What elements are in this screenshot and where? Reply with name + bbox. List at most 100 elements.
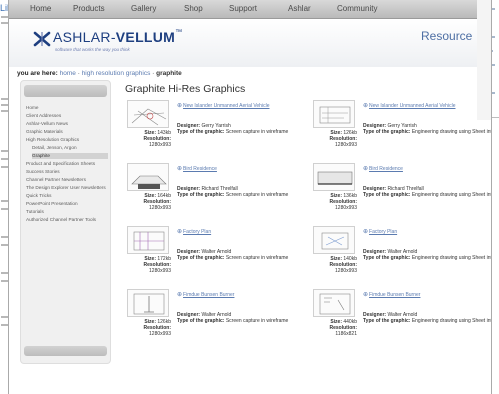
graphic-download-link[interactable]: ⊕New Islander Unmanned Aerial Vehicle (177, 102, 269, 109)
sidebar-item[interactable]: The Design Explorer User Newsletters (26, 185, 108, 191)
nav-gallery[interactable]: Gallery (131, 4, 156, 13)
browser-window: Home Products Gallery Shop Support Ashla… (8, 0, 492, 394)
graphic-download-link[interactable]: ⊕Factory Plan (177, 228, 211, 235)
graphic-meta: Size: 126kb Resolution: 1280x993 (107, 319, 172, 337)
graphic-title: Fimdue Bunsen Burner (183, 292, 235, 298)
top-navigation: Home Products Gallery Shop Support Ashla… (9, 0, 491, 19)
type-label: Type of the graphic: (363, 192, 411, 198)
graphic-meta: Size: 172kb Resolution: 1280x993 (107, 256, 172, 274)
graphic-thumbnail[interactable] (127, 226, 169, 254)
graphic-title: Factory Plan (369, 229, 398, 235)
graphic-download-link[interactable]: ⊕Factory Plan (363, 228, 397, 235)
graphic-description: Designer: Walter Arnold Type of the graph… (363, 249, 491, 261)
nav-ashlar[interactable]: Ashlar (288, 4, 311, 13)
brand-header: ASHLAR-VELLUM™ software that works the w… (9, 19, 491, 67)
type-label: Type of the graphic: (363, 318, 411, 324)
nav-home[interactable]: Home (30, 4, 51, 13)
type-value: Screen capture in wireframe (225, 318, 289, 324)
graphic-description: Designer: Gerry Yarrish Type of the graph… (363, 123, 491, 135)
ashlar-vellum-logo[interactable]: ASHLAR-VELLUM™ software that works the w… (33, 29, 203, 59)
graphic-title: Factory Plan (183, 229, 212, 235)
logo-mark-icon (33, 31, 51, 47)
page-title: Graphite Hi-Res Graphics (125, 83, 246, 95)
graphic-type: Type of the graphic: Engineering drawing… (363, 192, 491, 198)
graphic-thumbnail[interactable] (127, 163, 169, 191)
graphic-type: Type of the graphic: Engineering drawing… (363, 318, 491, 324)
sidebar-item[interactable]: Graphite (32, 153, 108, 159)
graphic-download-link[interactable]: ⊕New Islander Unmanned Aerial Vehicle (363, 102, 455, 109)
graphic-resolution: 1186x821 (335, 331, 357, 337)
graphic-meta: Size: 143kb Resolution: 1280x993 (107, 130, 172, 148)
graphic-thumbnail[interactable] (127, 289, 169, 317)
type-value: Screen capture in wireframe (225, 255, 289, 261)
logo-text-light: ASHLAR- (53, 29, 116, 45)
graphic-thumbnail[interactable] (313, 100, 355, 128)
graphic-type: Type of the graphic: Engineering drawing… (363, 129, 491, 135)
graphic-meta: Size: 164kb Resolution: 1280x993 (107, 193, 172, 211)
sidebar-item[interactable]: Detail, Jenson, Argon (32, 145, 108, 151)
graphic-title: Bird Residence (369, 166, 403, 172)
sidebar-item[interactable]: Channel Partner Newsletters (26, 177, 108, 183)
download-icon: ⊕ (363, 166, 369, 172)
logo-text-bold: VELLUM (115, 29, 176, 45)
graphic-title: Bird Residence (183, 166, 217, 172)
type-value: Screen capture in wireframe (225, 129, 289, 135)
breadcrumb-high-resolution-graphics[interactable]: high resolution graphics (82, 70, 151, 77)
graphic-download-link[interactable]: ⊕Fimdue Bunsen Burner (177, 291, 234, 298)
type-label: Type of the graphic: (363, 129, 411, 135)
graphic-download-link[interactable]: ⊕Bird Residence (363, 165, 403, 172)
sidebar-footer (24, 346, 107, 356)
graphic-thumbnail[interactable] (127, 100, 169, 128)
graphic-title: Fimdue Bunsen Burner (369, 292, 421, 298)
type-value: Engineering drawing using Sheet into Vie… (411, 129, 491, 135)
type-label: Type of the graphic: (177, 129, 225, 135)
graphic-description: Designer: Richard Threlfall Type of the g… (363, 186, 491, 198)
download-icon: ⊕ (363, 229, 369, 235)
graphic-thumbnail[interactable] (313, 226, 355, 254)
graphic-thumbnail[interactable] (313, 289, 355, 317)
download-icon: ⊕ (363, 292, 369, 298)
sidebar-item[interactable]: Product and Specification Sheets (26, 161, 108, 167)
download-icon: ⊕ (177, 229, 183, 235)
download-icon: ⊕ (177, 103, 183, 109)
sidebar-item[interactable]: High Resolution Graphics (26, 137, 108, 143)
thumbnail-drawing (133, 293, 165, 315)
graphic-meta: Size: 136kb Resolution: 1280x993 (293, 193, 358, 211)
logo-trademark: ™ (175, 29, 183, 36)
type-value: Screen capture in wireframe (225, 192, 289, 198)
type-label: Type of the graphic: (177, 318, 225, 324)
breadcrumb-home[interactable]: home (60, 70, 76, 77)
sidebar-header (24, 85, 107, 97)
sidebar-item[interactable]: Authorized Channel Partner Tools (26, 217, 108, 223)
breadcrumb: you are here: home · high resolution gra… (17, 70, 182, 77)
logo-text: ASHLAR-VELLUM™ (53, 29, 182, 45)
nav-shop[interactable]: Shop (184, 4, 203, 13)
sidebar-item[interactable]: PowerPoint Presentation (26, 201, 108, 207)
sidebar-item[interactable]: Home (26, 105, 108, 111)
thumbnail-drawing (319, 106, 351, 124)
sidebar-item[interactable]: Success Stories (26, 169, 108, 175)
graphic-title: New Islander Unmanned Aerial Vehicle (369, 103, 456, 109)
download-icon: ⊕ (177, 292, 183, 298)
sidebar-item[interactable]: Quick Tricks (26, 193, 108, 199)
window-overlap-shadow (477, 0, 491, 120)
breadcrumb-label: you are here: (17, 70, 58, 77)
nav-community[interactable]: Community (337, 4, 377, 13)
nav-products[interactable]: Products (73, 4, 105, 13)
graphic-type: Type of the graphic: Engineering drawing… (363, 255, 491, 261)
graphic-meta: Size: 126kb Resolution: 1280x993 (293, 130, 358, 148)
thumbnail-drawing (319, 293, 351, 315)
graphic-resolution: 1280x993 (335, 142, 357, 148)
graphic-thumbnail[interactable] (313, 163, 355, 191)
graphic-download-link[interactable]: ⊕Fimdue Bunsen Burner (363, 291, 420, 298)
graphic-resolution: 1280x993 (149, 142, 171, 148)
thumbnail-drawing (131, 108, 167, 126)
sidebar-item[interactable]: Graphic Materials (26, 129, 108, 135)
breadcrumb-current: graphite (156, 70, 182, 77)
sidebar-item[interactable]: Client Addresses (26, 113, 108, 119)
sidebar-item[interactable]: Tutorials (26, 209, 108, 215)
nav-support[interactable]: Support (229, 4, 257, 13)
sidebar-item[interactable]: Ashlar-Vellum News (26, 121, 108, 127)
graphic-download-link[interactable]: ⊕Bird Residence (177, 165, 217, 172)
thumbnail-drawing (317, 171, 353, 185)
